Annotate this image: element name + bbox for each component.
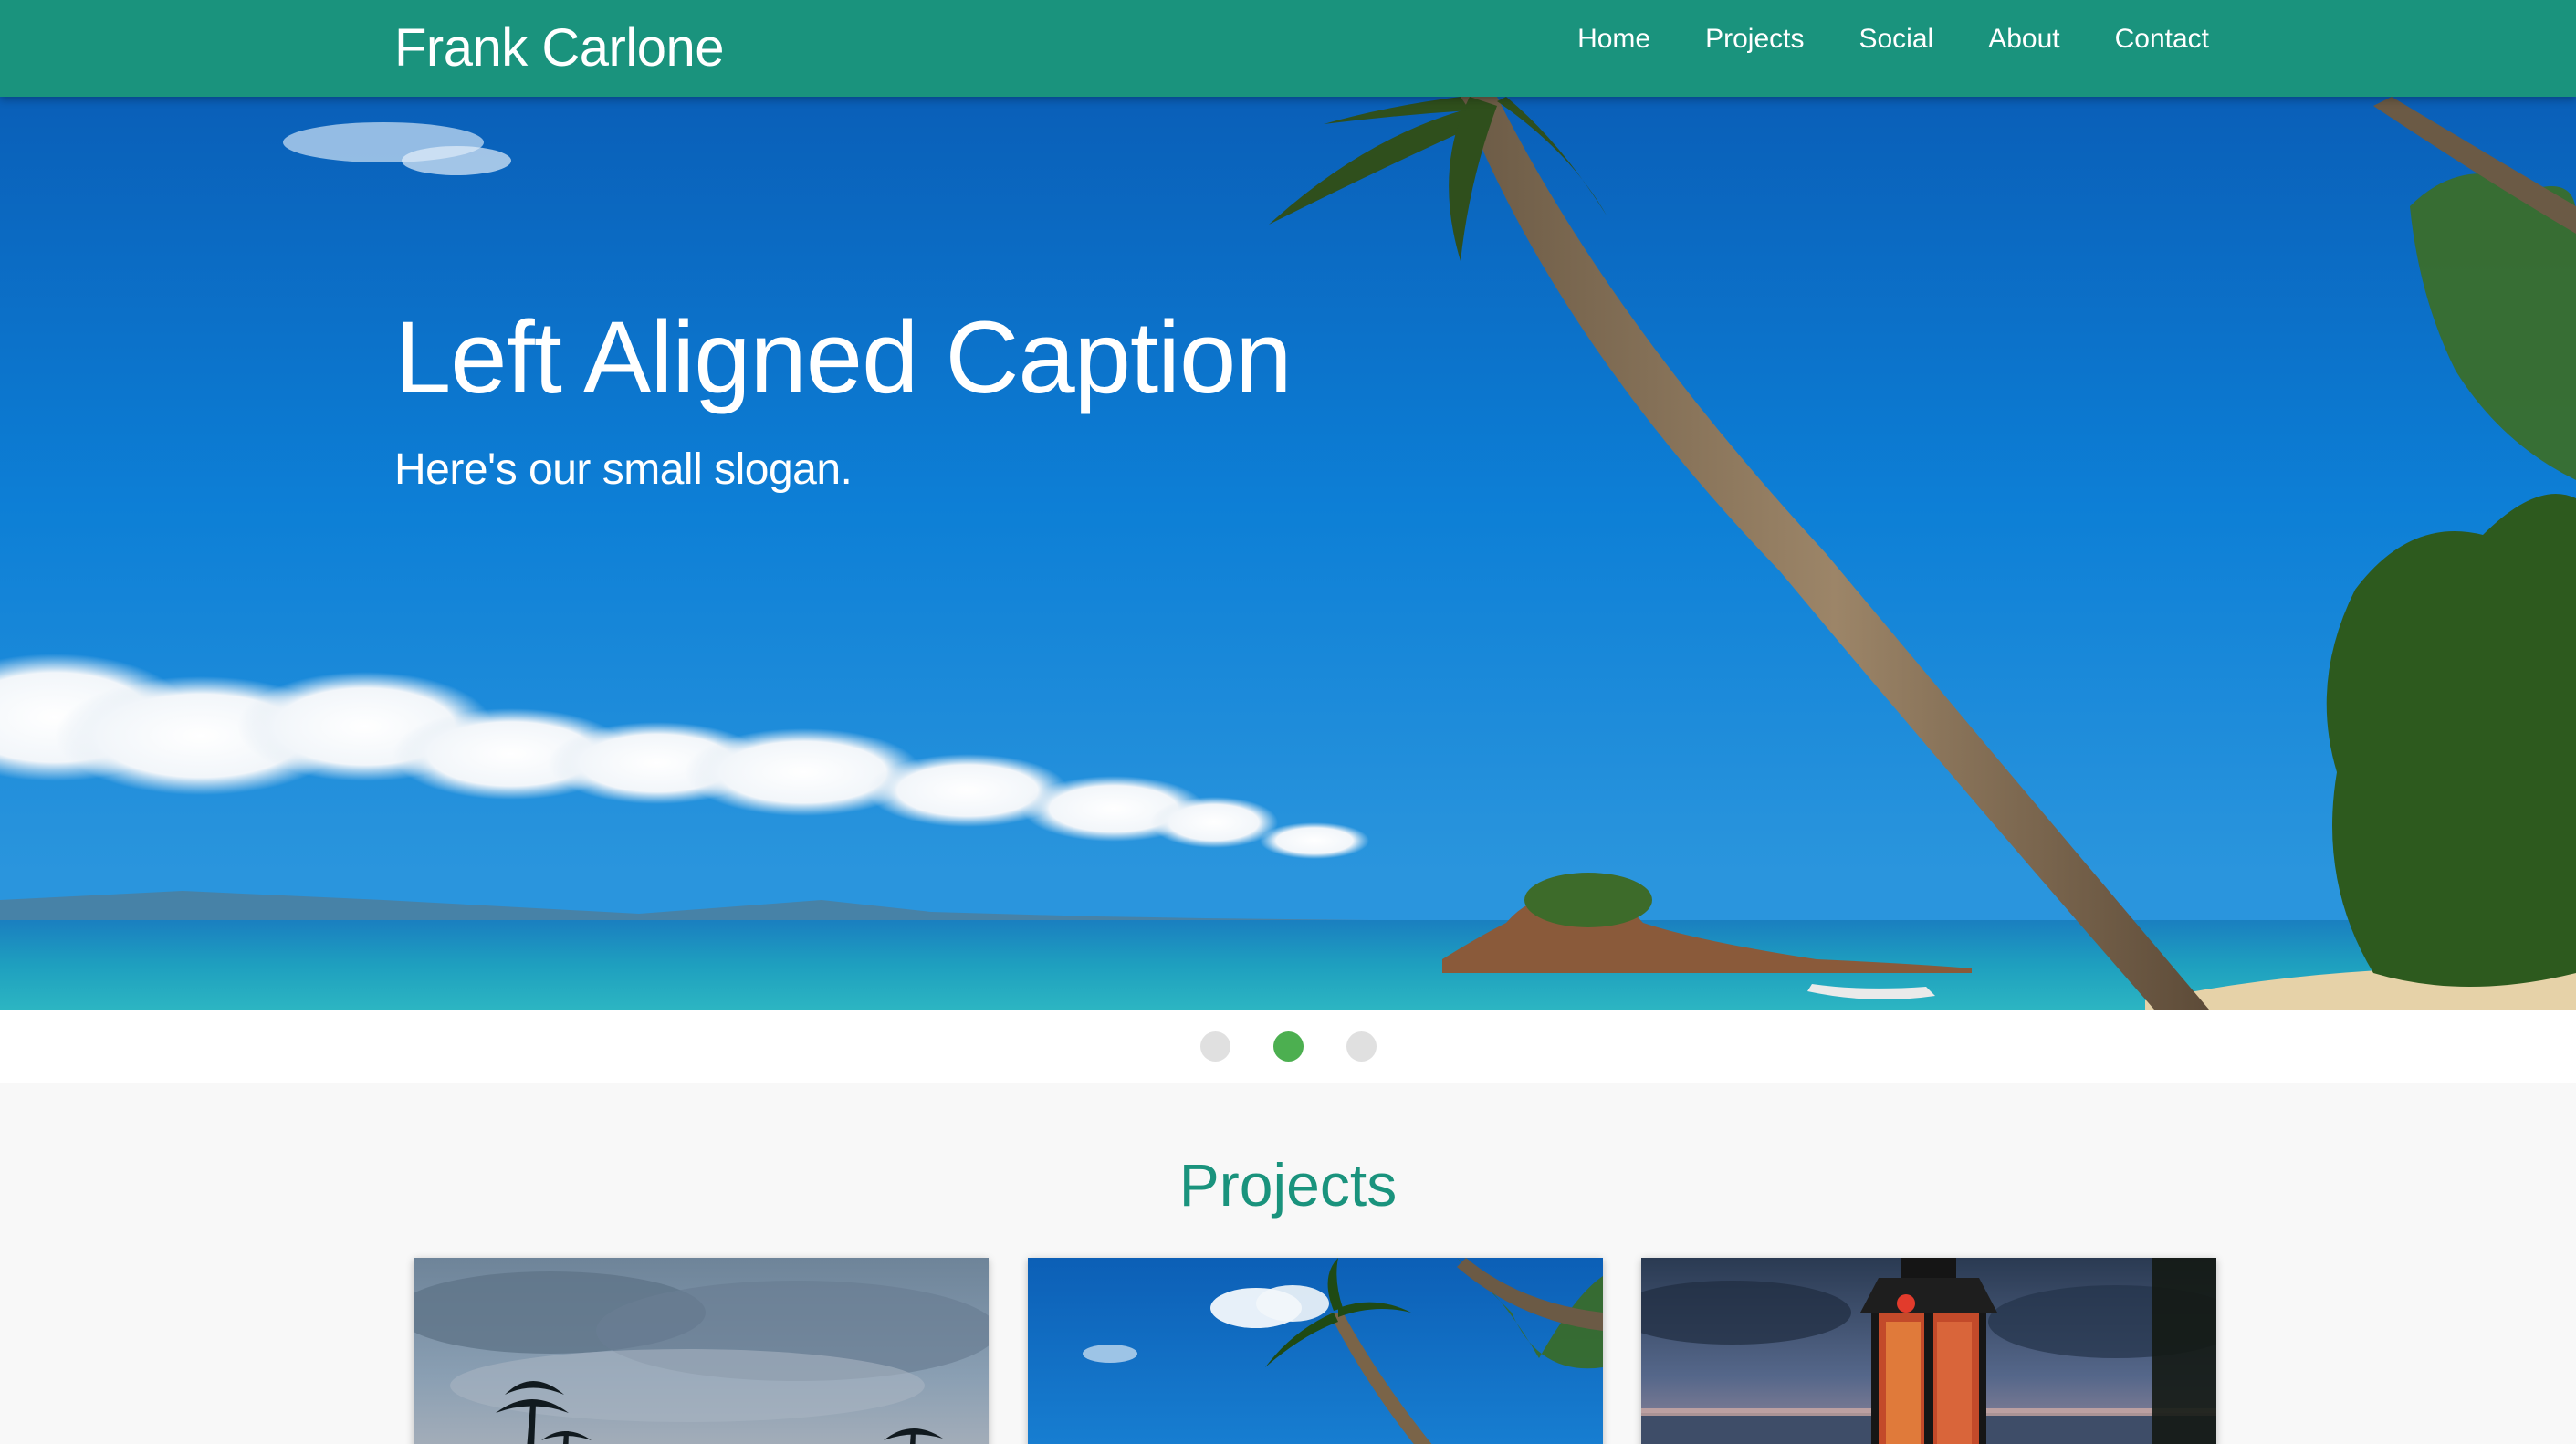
brand-logo-link[interactable]: Frank Carlone bbox=[394, 9, 724, 88]
project-card-1[interactable] bbox=[414, 1258, 989, 1444]
hero-background-image bbox=[0, 97, 2576, 1010]
project-card-2-image bbox=[1028, 1258, 1603, 1444]
nav-link-social[interactable]: Social bbox=[1831, 0, 1961, 78]
hero-title: Left Aligned Caption bbox=[394, 300, 1293, 414]
nav-link-contact[interactable]: Contact bbox=[2088, 0, 2209, 78]
projects-heading: Projects bbox=[1178, 1151, 1398, 1219]
nav-links: Home Projects Social About Contact bbox=[1550, 0, 2209, 78]
hero-carousel[interactable]: Left Aligned Caption Here's our small sl… bbox=[0, 97, 2576, 1010]
hero-caption: Left Aligned Caption Here's our small sl… bbox=[394, 300, 1293, 495]
nav-link-about[interactable]: About bbox=[1961, 0, 2087, 78]
carousel-indicators bbox=[0, 1010, 2576, 1083]
project-card-2[interactable] bbox=[1028, 1258, 1603, 1444]
top-navbar: Frank Carlone Home Projects Social About… bbox=[0, 0, 2576, 97]
carousel-indicator-3[interactable] bbox=[1346, 1031, 1377, 1062]
projects-section: Projects bbox=[0, 1083, 2576, 1444]
carousel-indicator-1[interactable] bbox=[1199, 1031, 1230, 1062]
nav-link-home[interactable]: Home bbox=[1550, 0, 1678, 78]
hero-slogan: Here's our small slogan. bbox=[394, 445, 853, 495]
nav-link-projects[interactable]: Projects bbox=[1678, 0, 1831, 78]
carousel-indicator-2-active[interactable] bbox=[1272, 1031, 1304, 1062]
project-card-3-image bbox=[1641, 1258, 2216, 1444]
project-card-1-image bbox=[414, 1258, 989, 1444]
project-card-3[interactable] bbox=[1641, 1258, 2216, 1444]
